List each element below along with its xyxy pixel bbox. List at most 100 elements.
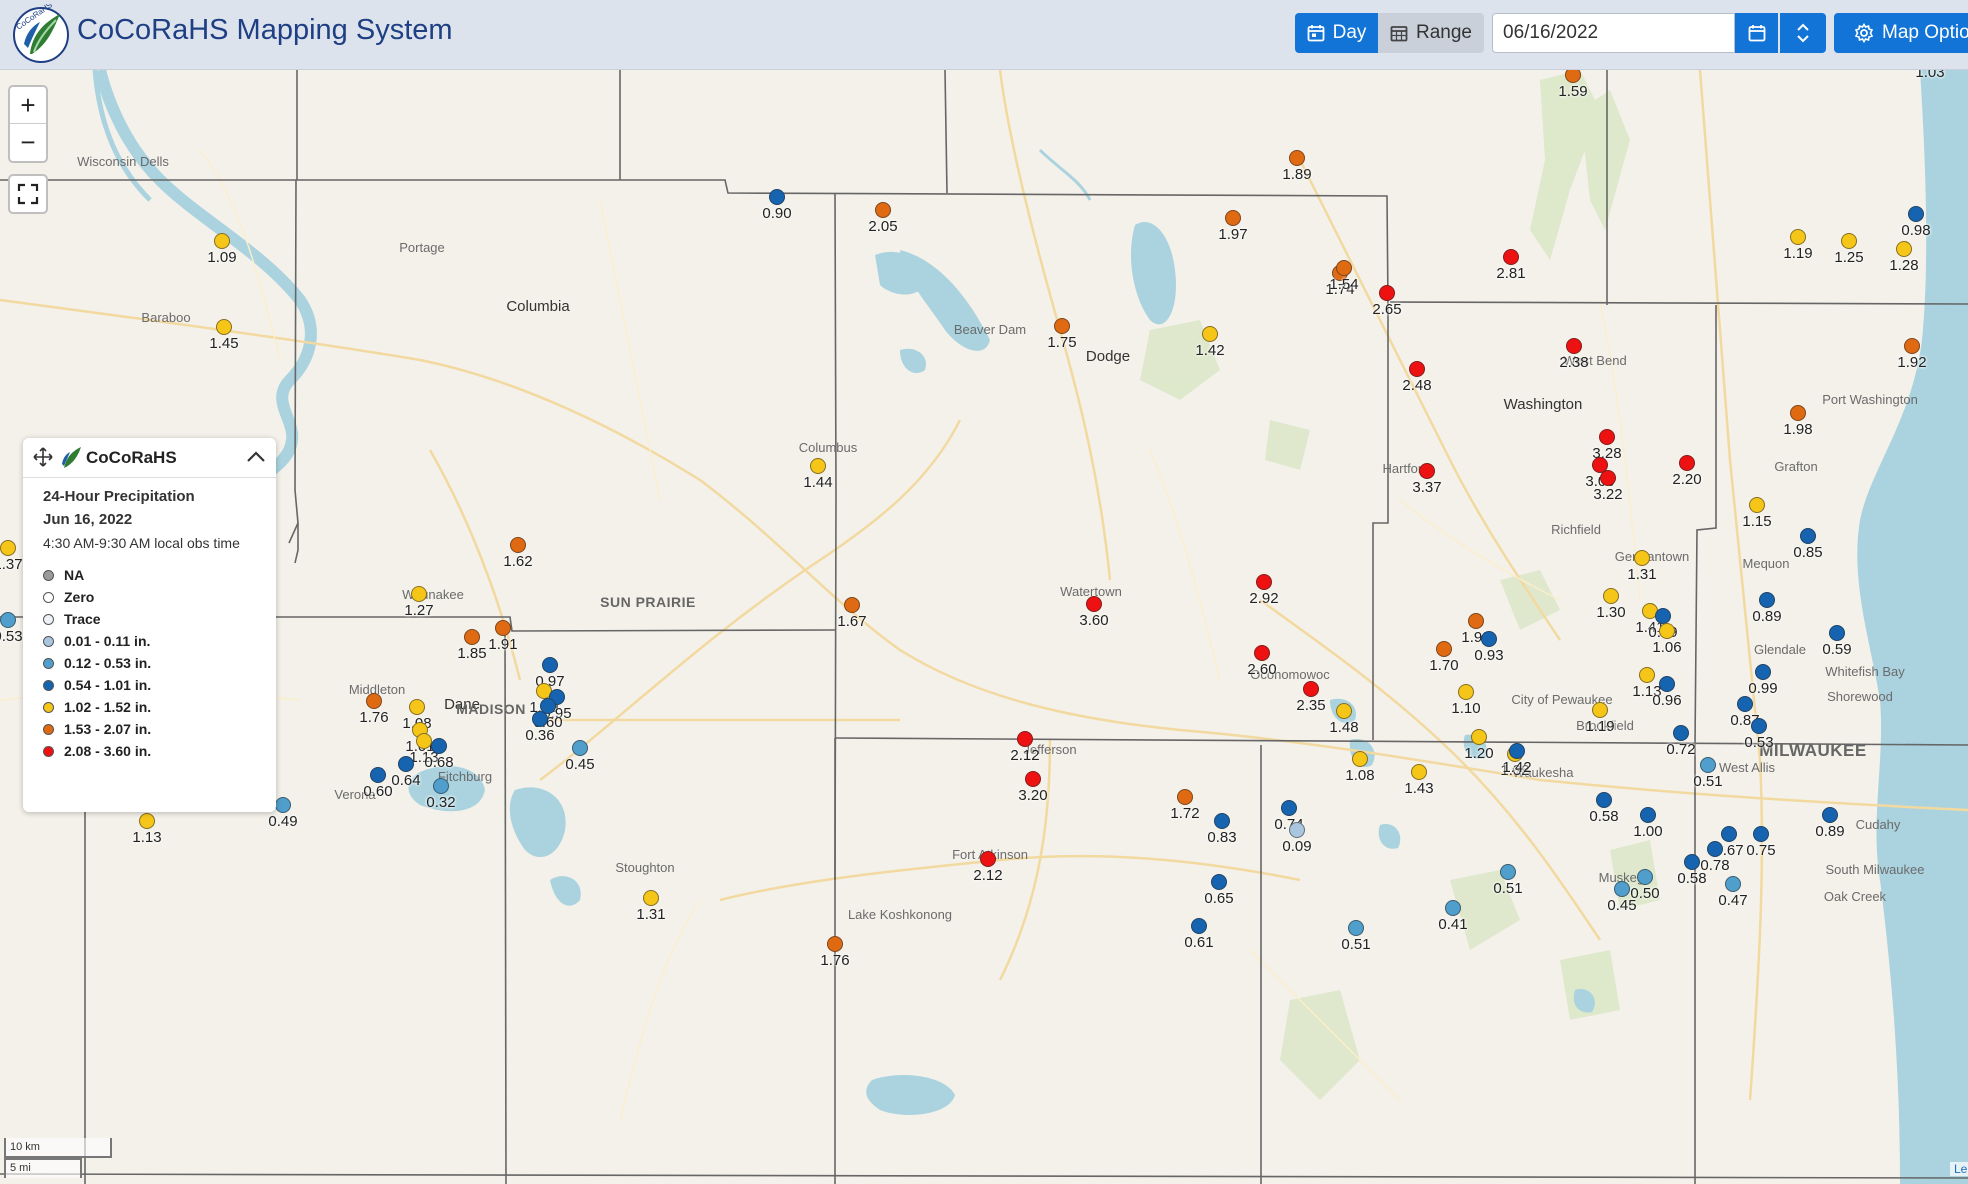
station-marker[interactable] xyxy=(1017,731,1033,747)
station-marker[interactable] xyxy=(1303,681,1319,697)
zoom-out-button[interactable]: − xyxy=(10,124,46,161)
station-marker[interactable] xyxy=(1256,574,1272,590)
station-marker[interactable] xyxy=(0,612,16,628)
station-marker[interactable] xyxy=(139,813,155,829)
fullscreen-button[interactable] xyxy=(8,174,48,214)
station-marker[interactable] xyxy=(875,202,891,218)
station-marker[interactable] xyxy=(1829,625,1845,641)
station-marker[interactable] xyxy=(1800,528,1816,544)
station-marker[interactable] xyxy=(1503,249,1519,265)
attribution-link[interactable]: Le xyxy=(1950,1162,1968,1176)
station-marker[interactable] xyxy=(1600,470,1616,486)
station-marker[interactable] xyxy=(1603,588,1619,604)
station-marker[interactable] xyxy=(1289,822,1305,838)
station-marker[interactable] xyxy=(1411,764,1427,780)
chevron-up-icon[interactable] xyxy=(1795,21,1811,33)
station-marker[interactable] xyxy=(1409,361,1425,377)
station-marker[interactable] xyxy=(1655,608,1671,624)
station-marker[interactable] xyxy=(1025,771,1041,787)
station-marker[interactable] xyxy=(1054,318,1070,334)
station-marker[interactable] xyxy=(1592,702,1608,718)
collapse-chevron-up-icon[interactable] xyxy=(245,448,267,466)
station-marker[interactable] xyxy=(1751,718,1767,734)
station-marker[interactable] xyxy=(275,797,291,813)
station-marker[interactable] xyxy=(1725,876,1741,892)
station-marker[interactable] xyxy=(769,189,785,205)
station-marker[interactable] xyxy=(980,851,996,867)
date-input[interactable] xyxy=(1492,13,1735,53)
range-mode-button[interactable]: Range xyxy=(1378,13,1484,53)
station-marker[interactable] xyxy=(1634,550,1650,566)
station-marker[interactable] xyxy=(1659,676,1675,692)
station-marker[interactable] xyxy=(1202,326,1218,342)
station-marker[interactable] xyxy=(810,458,826,474)
zoom-in-button[interactable]: + xyxy=(10,87,46,124)
station-marker[interactable] xyxy=(1177,789,1193,805)
station-marker[interactable] xyxy=(1637,869,1653,885)
precipitation-map[interactable]: Wisconsin Dells Portage Baraboo Beaver Dam C… xyxy=(0,70,1968,1184)
station-marker[interactable] xyxy=(572,740,588,756)
station-marker[interactable] xyxy=(1896,241,1912,257)
station-marker[interactable] xyxy=(1737,696,1753,712)
station-marker[interactable] xyxy=(1086,596,1102,612)
station-marker[interactable] xyxy=(1509,743,1525,759)
station-marker[interactable] xyxy=(1684,854,1700,870)
station-marker[interactable] xyxy=(0,540,16,556)
station-marker[interactable] xyxy=(1596,792,1612,808)
station-marker[interactable] xyxy=(1445,900,1461,916)
station-marker[interactable] xyxy=(1790,229,1806,245)
day-mode-button[interactable]: Day xyxy=(1295,13,1378,53)
cocorahs-logo-icon[interactable]: CoCoRaHS xyxy=(10,4,72,66)
station-marker[interactable] xyxy=(1908,206,1924,222)
station-marker[interactable] xyxy=(1336,703,1352,719)
station-marker[interactable] xyxy=(1471,729,1487,745)
station-marker[interactable] xyxy=(1348,920,1364,936)
station-marker[interactable] xyxy=(1841,233,1857,249)
station-marker[interactable] xyxy=(1822,807,1838,823)
station-marker[interactable] xyxy=(1721,826,1737,842)
station-marker[interactable] xyxy=(1749,497,1765,513)
station-marker[interactable] xyxy=(1352,751,1368,767)
station-marker[interactable] xyxy=(1700,757,1716,773)
station-marker[interactable] xyxy=(1468,613,1484,629)
station-marker[interactable] xyxy=(409,699,425,715)
chevron-down-icon[interactable] xyxy=(1795,33,1811,45)
station-marker[interactable] xyxy=(1614,881,1630,897)
station-marker[interactable] xyxy=(1458,684,1474,700)
station-marker[interactable] xyxy=(431,738,447,754)
station-marker[interactable] xyxy=(1225,210,1241,226)
station-marker[interactable] xyxy=(1790,405,1806,421)
station-marker[interactable] xyxy=(214,233,230,249)
station-marker[interactable] xyxy=(1755,664,1771,680)
station-marker[interactable] xyxy=(1254,645,1270,661)
station-marker[interactable] xyxy=(542,657,558,673)
map-options-button[interactable]: Map Options xyxy=(1834,13,1968,53)
date-stepper[interactable] xyxy=(1780,13,1826,53)
station-marker[interactable] xyxy=(1214,813,1230,829)
station-marker[interactable] xyxy=(844,597,860,613)
station-marker[interactable] xyxy=(370,767,386,783)
station-marker[interactable] xyxy=(1191,918,1207,934)
station-marker[interactable] xyxy=(1436,641,1452,657)
station-marker[interactable] xyxy=(1500,864,1516,880)
station-marker[interactable] xyxy=(532,711,548,727)
station-marker[interactable] xyxy=(1904,338,1920,354)
station-marker[interactable] xyxy=(433,778,449,794)
station-marker[interactable] xyxy=(398,756,414,772)
station-marker[interactable] xyxy=(1281,800,1297,816)
station-marker[interactable] xyxy=(1599,429,1615,445)
station-marker[interactable] xyxy=(1679,455,1695,471)
station-marker[interactable] xyxy=(1566,338,1582,354)
station-marker[interactable] xyxy=(1289,150,1305,166)
station-marker[interactable] xyxy=(1336,260,1352,276)
station-marker[interactable] xyxy=(1419,463,1435,479)
calendar-picker-button[interactable] xyxy=(1735,13,1778,53)
station-marker[interactable] xyxy=(416,733,432,749)
station-marker[interactable] xyxy=(1639,667,1655,683)
station-marker[interactable] xyxy=(216,319,232,335)
station-marker[interactable] xyxy=(366,693,382,709)
station-marker[interactable] xyxy=(1211,874,1227,890)
station-marker[interactable] xyxy=(643,890,659,906)
station-marker[interactable] xyxy=(1640,807,1656,823)
station-marker[interactable] xyxy=(1753,826,1769,842)
